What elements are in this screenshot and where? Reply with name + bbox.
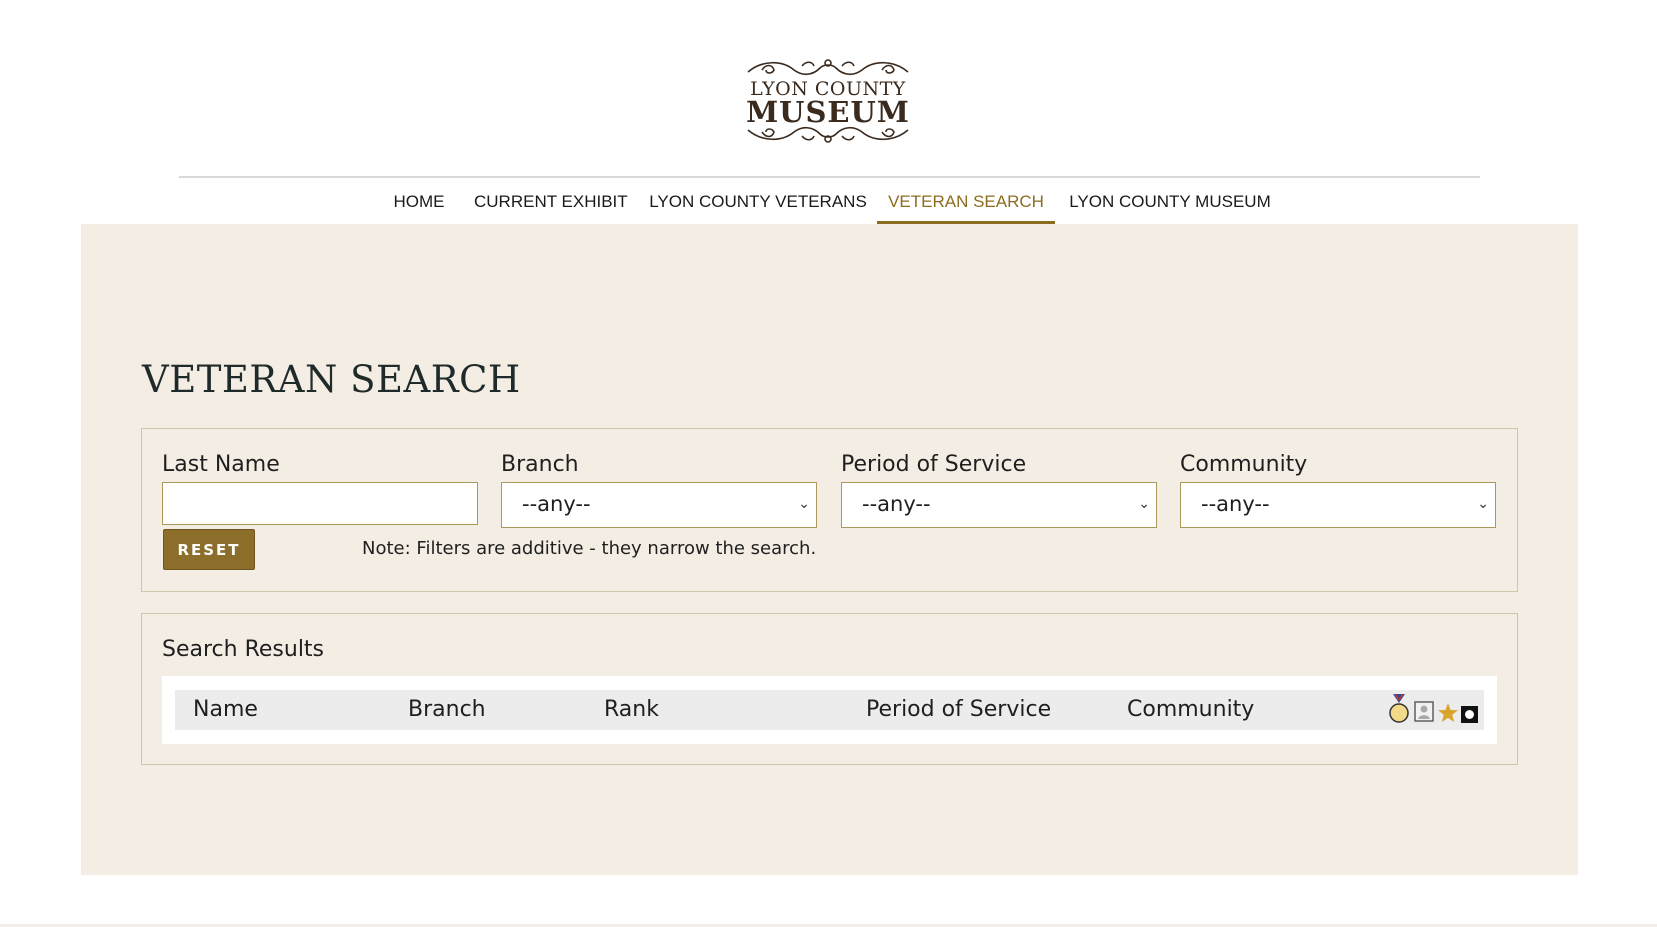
logo-line2: MUSEUM — [746, 95, 910, 129]
star-icon[interactable] — [1437, 702, 1459, 724]
nav-home[interactable]: HOME — [384, 178, 454, 224]
nav-veteran-search[interactable]: VETERAN SEARCH — [877, 178, 1055, 224]
reset-button[interactable]: RESET — [163, 529, 255, 570]
last-name-label: Last Name — [162, 452, 280, 477]
branch-label: Branch — [501, 452, 579, 477]
branch-select-value: --any-- — [522, 492, 591, 516]
column-header-name[interactable]: Name — [193, 697, 258, 722]
results-title: Search Results — [162, 637, 325, 662]
museum-logo[interactable]: LYON COUNTY MUSEUM — [742, 56, 914, 146]
column-header-branch[interactable]: Branch — [408, 697, 486, 722]
chevron-down-icon: ⌄ — [1138, 496, 1150, 512]
main-nav: HOME CURRENT EXHIBIT LYON COUNTY VETERAN… — [0, 178, 1657, 224]
last-name-input[interactable] — [162, 482, 478, 525]
period-label: Period of Service — [841, 452, 1027, 477]
results-header-row — [175, 690, 1484, 730]
period-select-value: --any-- — [862, 492, 931, 516]
period-select[interactable]: --any-- ⌄ — [841, 482, 1157, 528]
square-badge-icon[interactable] — [1461, 706, 1478, 723]
community-select[interactable]: --any-- ⌄ — [1180, 482, 1496, 528]
filter-note: Note: Filters are additive - they narrow… — [362, 538, 817, 559]
nav-lyon-county-veterans[interactable]: LYON COUNTY VETERANS — [646, 178, 870, 224]
community-label: Community — [1180, 452, 1308, 477]
medal-icon[interactable] — [1388, 693, 1410, 724]
page-title: VETERAN SEARCH — [142, 358, 521, 401]
chevron-down-icon: ⌄ — [1477, 496, 1489, 512]
column-header-rank[interactable]: Rank — [604, 697, 659, 722]
column-header-community[interactable]: Community — [1127, 697, 1254, 722]
portrait-icon[interactable] — [1414, 701, 1434, 722]
nav-lyon-county-museum[interactable]: LYON COUNTY MUSEUM — [1066, 178, 1274, 224]
community-select-value: --any-- — [1201, 492, 1270, 516]
column-header-period[interactable]: Period of Service — [866, 697, 1051, 722]
branch-select[interactable]: --any-- ⌄ — [501, 482, 817, 528]
chevron-down-icon: ⌄ — [798, 496, 810, 512]
nav-current-exhibit[interactable]: CURRENT EXHIBIT — [474, 178, 628, 224]
